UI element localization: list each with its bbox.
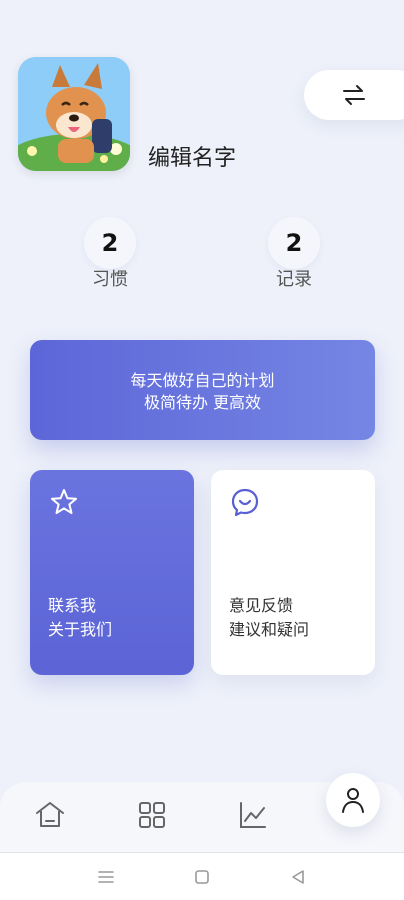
contact-title: 联系我 xyxy=(48,596,97,615)
home-square-icon xyxy=(195,870,209,884)
banner-line-1: 每天做好自己的计划 xyxy=(130,371,275,390)
edit-name-link[interactable]: 编辑名字 xyxy=(148,140,236,172)
chat-smile-icon xyxy=(231,488,259,517)
dog-avatar-image xyxy=(18,57,130,171)
chart-icon xyxy=(240,802,266,828)
profile-icon xyxy=(342,788,364,813)
records-stat[interactable]: 2 记录 xyxy=(249,217,339,291)
habits-label: 习惯 xyxy=(92,269,128,290)
banner-line-2: 极简待办 更高效 xyxy=(143,393,262,412)
system-back-button[interactable] xyxy=(288,867,308,887)
menu-icon xyxy=(98,871,114,883)
home-icon xyxy=(36,802,64,827)
swap-arrows-icon xyxy=(343,85,365,105)
records-count: 2 xyxy=(285,229,303,257)
habits-count: 2 xyxy=(101,229,119,257)
system-menu-button[interactable] xyxy=(96,867,116,887)
back-triangle-icon xyxy=(292,870,304,884)
nav-chart[interactable] xyxy=(236,798,270,832)
system-home-button[interactable] xyxy=(192,867,212,887)
nav-home[interactable] xyxy=(33,798,67,832)
habits-stat[interactable]: 2 习惯 xyxy=(65,217,155,291)
grid-icon xyxy=(139,802,165,828)
nav-grid[interactable] xyxy=(135,798,169,832)
contact-card[interactable]: 联系我 关于我们 xyxy=(30,470,194,675)
contact-subtitle: 关于我们 xyxy=(48,620,113,639)
system-nav-bar xyxy=(0,852,404,900)
star-icon xyxy=(51,489,77,514)
avatar[interactable] xyxy=(18,57,130,171)
records-label: 记录 xyxy=(276,269,312,290)
feedback-subtitle: 建议和疑问 xyxy=(229,620,310,639)
plan-banner[interactable]: 每天做好自己的计划 极简待办 更高效 xyxy=(30,340,375,440)
nav-profile[interactable] xyxy=(326,773,380,827)
switch-button[interactable] xyxy=(304,70,404,120)
feedback-title: 意见反馈 xyxy=(229,596,294,615)
feedback-card[interactable]: 意见反馈 建议和疑问 xyxy=(211,470,375,675)
